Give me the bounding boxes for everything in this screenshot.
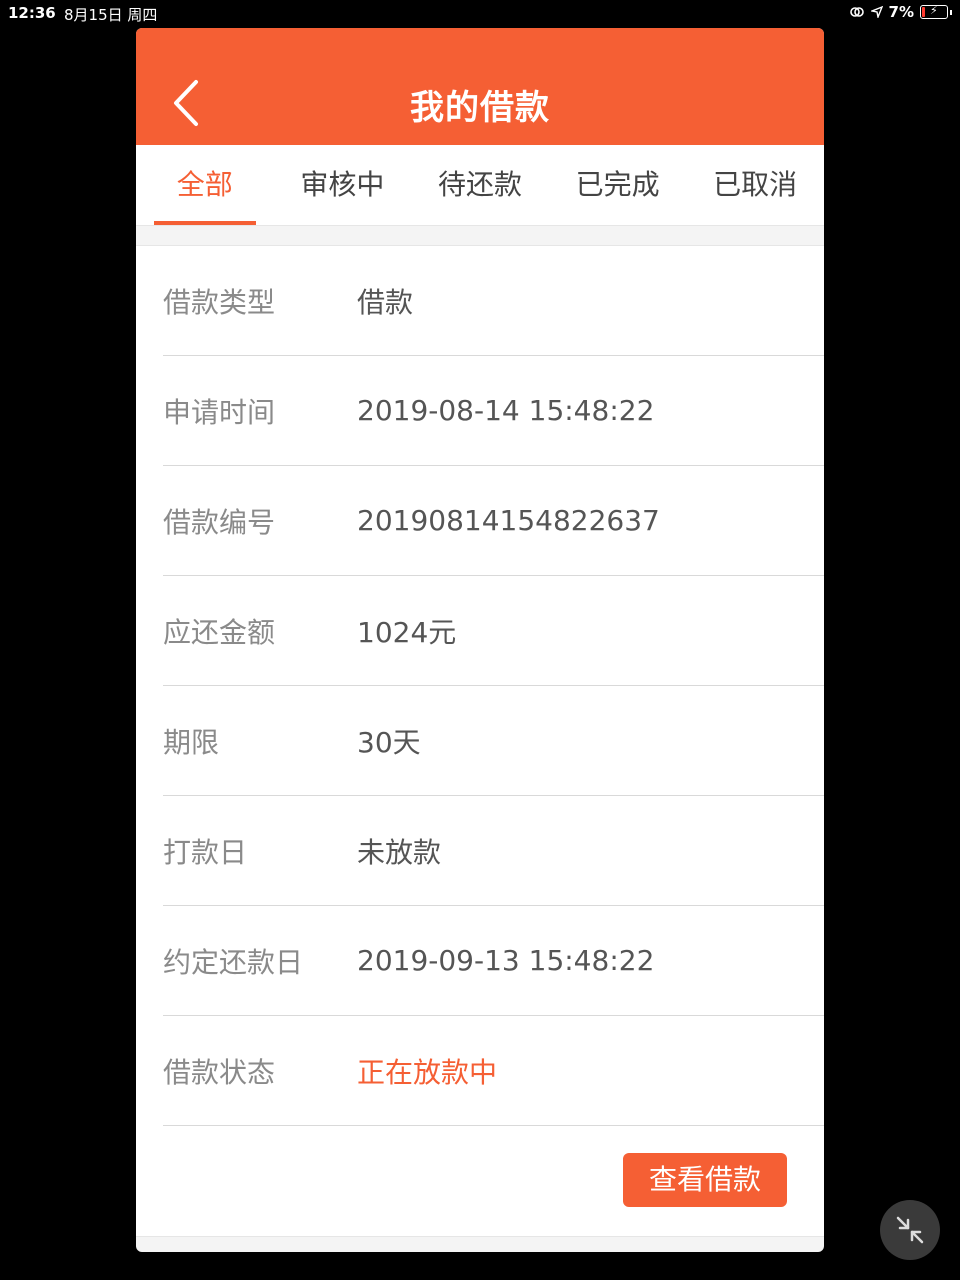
row-value: 2019-08-14 15:48:22: [357, 394, 655, 427]
section-gap: [136, 226, 824, 245]
row-label: 打款日: [163, 835, 248, 869]
row-value: 2019-09-13 15:48:22: [357, 944, 655, 977]
row-label: 应还金额: [163, 615, 276, 649]
tab-all[interactable]: 全部: [136, 145, 274, 225]
row-due-date: 约定还款日 2019-09-13 15:48:22: [163, 906, 824, 1016]
tab-completed[interactable]: 已完成: [549, 145, 687, 225]
tab-reviewing[interactable]: 审核中: [274, 145, 412, 225]
status-right: 7% ⚡: [849, 3, 952, 21]
app-window: 我的借款 全部 审核中 待还款 已完成 已取消 借款类型 借款 申请时间 201…: [136, 28, 824, 1252]
status-bar: 12:36 8月15日 周四 7% ⚡: [0, 0, 960, 26]
row-value: 20190814154822637: [357, 504, 660, 537]
row-term: 期限 30天: [163, 686, 824, 796]
row-apply-time: 申请时间 2019-08-14 15:48:22: [163, 356, 824, 466]
battery-icon: ⚡: [920, 4, 948, 19]
row-label: 约定还款日: [163, 945, 304, 979]
tab-pending-repayment[interactable]: 待还款: [411, 145, 549, 225]
collapse-arrows-icon: [896, 1216, 924, 1244]
status-date: 8月15日 周四: [64, 6, 158, 24]
row-value: 1024元: [357, 615, 457, 649]
row-loan-status: 借款状态 正在放款中: [163, 1016, 824, 1126]
row-label: 借款类型: [163, 285, 276, 319]
status-value: 正在放款中: [357, 1055, 498, 1089]
view-loan-button[interactable]: 查看借款: [623, 1153, 787, 1207]
row-amount-due: 应还金额 1024元: [163, 576, 824, 686]
collapse-float-button[interactable]: [880, 1200, 940, 1260]
row-loan-type: 借款类型 借款: [163, 246, 824, 356]
row-value: 30天: [357, 725, 421, 759]
row-label: 期限: [163, 725, 220, 759]
link-icon: [849, 7, 864, 17]
row-loan-number: 借款编号 20190814154822637: [163, 466, 824, 576]
card-footer: 查看借款: [136, 1126, 824, 1236]
location-arrow-icon: [870, 6, 883, 18]
row-label: 借款状态: [163, 1055, 276, 1089]
row-label: 借款编号: [163, 505, 276, 539]
page-title: 我的借款: [410, 88, 550, 128]
row-value: 借款: [357, 285, 414, 319]
row-disbursement-date: 打款日 未放款: [163, 796, 824, 906]
loan-card: 借款类型 借款 申请时间 2019-08-14 15:48:22 借款编号 20…: [136, 245, 824, 1237]
battery-percent: 7%: [888, 3, 914, 21]
tab-bar: 全部 审核中 待还款 已完成 已取消: [136, 145, 824, 226]
nav-header: 我的借款: [136, 28, 824, 145]
battery-tip: [950, 9, 952, 15]
row-value: 未放款: [357, 835, 442, 869]
status-time: 12:36: [8, 4, 56, 22]
row-label: 申请时间: [163, 395, 276, 429]
tab-cancelled[interactable]: 已取消: [686, 145, 824, 225]
